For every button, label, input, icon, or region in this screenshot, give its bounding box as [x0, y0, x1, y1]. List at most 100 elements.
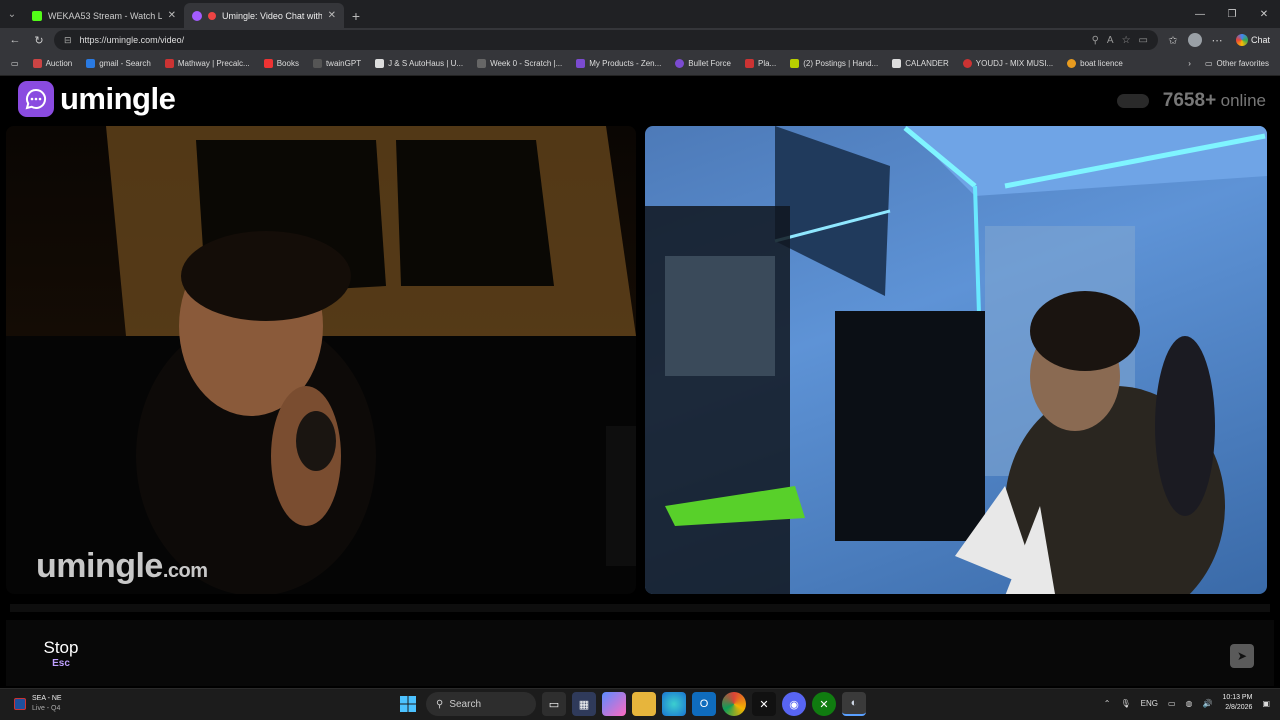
xbox-icon[interactable]: ✕ [812, 692, 836, 716]
bookmark-item[interactable]: boat licence [1062, 59, 1128, 68]
bookmark-label: (2) Postings | Hand... [803, 59, 879, 68]
bookmarks-toggle-button[interactable]: ▭ [6, 59, 24, 68]
capcut-icon[interactable]: ✕ [752, 692, 776, 716]
microphone-icon[interactable]: 🎙 [1120, 699, 1130, 708]
tray-overflow-icon[interactable]: ⌃ [1104, 699, 1111, 708]
more-menu-button[interactable]: ⋯ [1208, 31, 1226, 49]
copilot-icon[interactable] [602, 692, 626, 716]
tab-search-button[interactable]: ⌄ [0, 0, 24, 28]
bookmark-item[interactable]: (2) Postings | Hand... [785, 59, 883, 68]
favorite-star-icon[interactable]: ☆ [1122, 35, 1131, 46]
news-widget[interactable]: SEA - NE Live - Q4 [14, 694, 62, 714]
bookmark-item[interactable]: Pla... [740, 59, 781, 68]
file-explorer-icon[interactable]: ▭ [542, 692, 566, 716]
bookmark-item[interactable]: gmail - Search [81, 59, 156, 68]
chrome-icon[interactable] [722, 692, 746, 716]
edge-icon[interactable] [662, 692, 686, 716]
send-button[interactable]: ➤ [1230, 644, 1254, 668]
bookmark-item[interactable]: twainGPT [308, 59, 366, 68]
plus-icon: + [351, 7, 361, 24]
recording-icon [208, 11, 216, 20]
stop-button[interactable]: Stop Esc [6, 620, 116, 686]
tab-umingle[interactable]: Umingle: Video Chat with Str ✕ [184, 3, 344, 28]
chevron-down-icon: ⌄ [7, 8, 17, 20]
address-bar-actions: ⚲ A ☆ ▭ [1092, 35, 1148, 46]
stranger-video-frame [6, 126, 636, 594]
bookmark-item[interactable]: Week 0 - Scratch |... [472, 59, 567, 68]
close-window-button[interactable]: ✕ [1248, 0, 1280, 28]
bookmark-item[interactable]: My Products - Zen... [571, 59, 666, 68]
bookmark-item[interactable]: Books [259, 59, 304, 68]
tab-wekaa53[interactable]: WEKAA53 Stream - Watch Live on ✕ [24, 3, 184, 28]
chat-bubble-icon [18, 81, 54, 117]
send-arrow-icon: ➤ [1236, 649, 1248, 663]
site-logo[interactable]: umingle [18, 81, 176, 117]
folder-icon[interactable] [632, 692, 656, 716]
bookmark-label: boat licence [1080, 59, 1123, 68]
close-tab-icon[interactable]: ✕ [168, 10, 176, 21]
bookmark-favicon-icon [263, 59, 273, 68]
close-tab-icon[interactable]: ✕ [328, 10, 336, 21]
bookmark-favicon-icon [892, 59, 902, 68]
new-tab-button[interactable]: + [344, 3, 368, 28]
minimize-button[interactable]: — [1184, 0, 1216, 28]
bookmark-item[interactable]: Auction [28, 59, 78, 68]
bookmark-favicon-icon [164, 59, 174, 68]
reload-button[interactable]: ↻ [30, 31, 48, 49]
read-aloud-icon[interactable]: A [1107, 35, 1114, 46]
stranger-video: umingle.com [6, 126, 636, 594]
bookmark-label: Week 0 - Scratch |... [490, 59, 563, 68]
bookmark-item[interactable]: Mathway | Precalc... [160, 59, 255, 68]
copilot-chat-button[interactable]: Chat [1232, 34, 1274, 46]
site-info-icon[interactable]: ⊟ [64, 35, 72, 46]
bookmark-item[interactable]: YOUDJ - MIX MUSI... [958, 59, 1058, 68]
message-input[interactable] [118, 620, 1218, 686]
online-count: 7658+ [1162, 90, 1217, 111]
other-favorites-folder[interactable]: ▭ Other favorites [1200, 59, 1274, 68]
online-counter: 7658+ online [1116, 90, 1266, 112]
start-button[interactable] [396, 692, 420, 716]
bookmark-favicon-icon [675, 59, 685, 68]
split-screen-icon[interactable]: ▭ [1139, 35, 1148, 46]
language-indicator[interactable]: ENG [1141, 699, 1158, 708]
zoom-icon[interactable]: ⚲ [1092, 35, 1099, 46]
reload-icon: ↻ [34, 34, 44, 47]
favorites-button[interactable]: ✩ [1164, 31, 1182, 49]
search-label: Search [449, 698, 482, 710]
notifications-icon[interactable]: ▣ [1262, 699, 1270, 708]
bookmark-item[interactable]: Bullet Force [670, 59, 736, 68]
bookmarks-overflow-button[interactable]: › [1183, 59, 1196, 68]
outlook-icon[interactable]: O [692, 692, 716, 716]
watermark-suffix: .com [162, 560, 208, 582]
bookmark-item[interactable]: CALANDER [887, 59, 954, 68]
back-button[interactable]: ← [6, 31, 24, 49]
arrow-left-icon: ← [9, 34, 21, 46]
clock[interactable]: 10:13 PM 2/8/2026 [1222, 693, 1252, 713]
volume-icon[interactable]: 🔊 [1203, 699, 1213, 708]
bookmarks-bar: ▭ Auction gmail - Search Mathway | Preca… [0, 52, 1280, 76]
online-label: online [1220, 91, 1266, 110]
bookmark-item[interactable]: J & S AutoHaus | U... [370, 59, 468, 68]
steam-icon[interactable]: ◐ [842, 692, 866, 716]
discord-icon[interactable]: ◉ [782, 692, 806, 716]
stop-shortcut: Esc [52, 657, 70, 669]
display-icon[interactable]: ▭ [1168, 699, 1176, 708]
tab-title: WEKAA53 Stream - Watch Live on [48, 10, 162, 21]
taskbar-search[interactable]: ⚲ Search [426, 692, 536, 716]
restore-button[interactable]: ❐ [1216, 0, 1248, 28]
search-icon: ⚲ [436, 698, 444, 710]
widget-title: SEA - NE [32, 695, 62, 702]
url-text[interactable]: https://umingle.com/video/ [80, 35, 1084, 45]
bookmark-favicon-icon [477, 59, 487, 68]
toolbar-right: ✩ ⋯ Chat [1164, 31, 1274, 49]
system-tray: ⌃ 🎙 ENG ▭ ◍ 🔊 10:13 PM 2/8/2026 ▣ [1104, 693, 1270, 713]
network-icon[interactable]: ◍ [1186, 699, 1193, 708]
bookmark-favicon-icon [744, 59, 754, 68]
bookmark-favicon-icon [962, 59, 972, 68]
store-icon[interactable]: ▦ [572, 692, 596, 716]
address-bar[interactable]: ⊟ https://umingle.com/video/ ⚲ A ☆ ▭ [54, 30, 1158, 50]
mode-toggle[interactable] [1116, 94, 1149, 108]
profile-avatar[interactable] [1187, 33, 1202, 47]
windows-logo-icon [400, 696, 416, 712]
bookmark-favicon-icon [312, 59, 322, 68]
